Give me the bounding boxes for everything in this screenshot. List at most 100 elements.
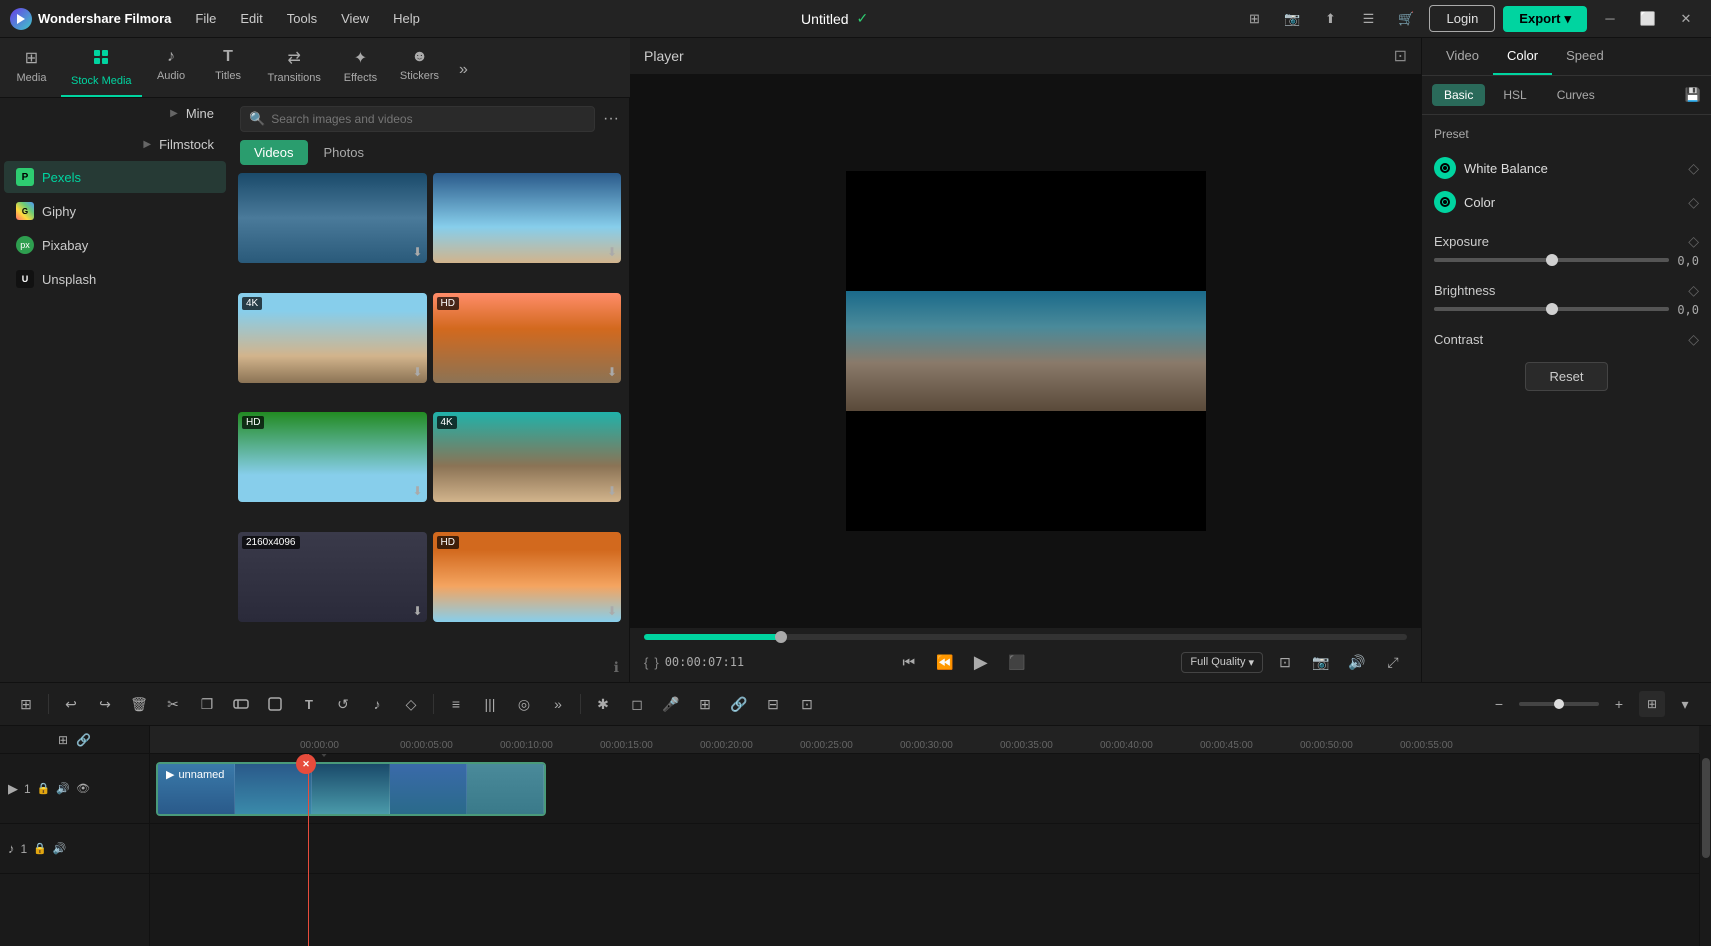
player-expand-icon[interactable]: ⊡ <box>1394 46 1407 66</box>
sub-tab-hsl[interactable]: HSL <box>1491 84 1538 106</box>
rotate-button[interactable]: ↺ <box>327 688 359 720</box>
step-back-button[interactable]: ⏪ <box>931 648 959 676</box>
more-menu-icon[interactable]: ☰ <box>1353 4 1383 34</box>
snap-icon[interactable]: 🔗 <box>76 733 91 747</box>
brightness-slider[interactable] <box>1434 307 1669 311</box>
menu-tools[interactable]: Tools <box>277 7 327 30</box>
sidebar-item-filmstock[interactable]: ▶ Filmstock <box>4 130 226 159</box>
delete-button[interactable]: 🗑 <box>123 688 155 720</box>
tab-media[interactable]: ⊞ Media <box>4 42 59 97</box>
menu-edit[interactable]: Edit <box>230 7 272 30</box>
volume-button[interactable]: 🔊 <box>1343 648 1371 676</box>
stop-button[interactable]: ⬛ <box>1003 648 1031 676</box>
media-item-3[interactable]: 4K ⬇ <box>238 293 427 383</box>
exposure-thumb[interactable] <box>1546 254 1558 266</box>
rewind-button[interactable]: ⏮ <box>895 648 923 676</box>
cart-icon[interactable]: 🛒 <box>1391 4 1421 34</box>
tab-effects[interactable]: ✦ Effects <box>333 42 388 97</box>
contrast-keyframe-icon[interactable]: ◇ <box>1688 331 1699 348</box>
source-tab-videos[interactable]: Videos <box>240 140 308 165</box>
white-balance-toggle[interactable] <box>1434 157 1456 179</box>
add-track-icon[interactable]: ⊞ <box>58 733 68 747</box>
layout-selector-button[interactable]: ⊞ <box>1639 691 1665 717</box>
zoom-slider[interactable] <box>1519 702 1599 706</box>
progress-bar[interactable] <box>644 634 1407 640</box>
zoom-in-button[interactable]: + <box>1603 688 1635 720</box>
tab-video[interactable]: Video <box>1432 38 1493 75</box>
copy-button[interactable]: ❐ <box>191 688 223 720</box>
sidebar-item-pixabay[interactable]: px Pixabay <box>4 229 226 261</box>
media-item-5[interactable]: HD ⬇ <box>238 412 427 502</box>
tab-titles[interactable]: T Titles <box>201 42 256 97</box>
menu-view[interactable]: View <box>331 7 379 30</box>
reset-button[interactable]: Reset <box>1525 362 1609 391</box>
lock-icon[interactable]: 🔒 <box>37 782 51 795</box>
volume-icon[interactable]: 🔊 <box>56 782 70 795</box>
bracket-start[interactable]: { <box>644 655 648 670</box>
audio-button[interactable]: ♪ <box>361 688 393 720</box>
motion-button[interactable]: ✱ <box>587 688 619 720</box>
beats-button[interactable]: ||| <box>474 688 506 720</box>
tab-color[interactable]: Color <box>1493 38 1552 75</box>
scrollbar-thumb[interactable] <box>1702 758 1710 858</box>
undo-button[interactable]: ↩ <box>55 688 87 720</box>
pip-button[interactable]: ⊡ <box>791 688 823 720</box>
source-info-icon[interactable]: ℹ <box>614 659 619 676</box>
download-icon-6[interactable]: ⬇ <box>607 484 617 498</box>
menu-help[interactable]: Help <box>383 7 430 30</box>
zoom-out-button[interactable]: − <box>1483 688 1515 720</box>
media-item-2[interactable]: ⬇ <box>433 173 622 263</box>
sidebar-item-pexels[interactable]: P Pexels <box>4 161 226 193</box>
search-input[interactable] <box>271 112 586 126</box>
mic-button[interactable]: 🎤 <box>655 688 687 720</box>
title-button[interactable]: T <box>293 688 325 720</box>
save-preset-icon[interactable]: 💾 <box>1685 87 1701 103</box>
login-button[interactable]: Login <box>1429 5 1495 32</box>
source-options-button[interactable]: ··· <box>603 110 619 128</box>
media-item-7[interactable]: 2160x4096 ⬇ <box>238 532 427 622</box>
filter-button[interactable]: ◇ <box>395 688 427 720</box>
close-button[interactable]: ✕ <box>1671 4 1701 34</box>
media-item-8[interactable]: HD ⬇ <box>433 532 622 622</box>
cut-button[interactable]: ✂ <box>157 688 189 720</box>
eye-icon[interactable]: 👁 <box>76 782 90 795</box>
screenshot-button[interactable]: 📷 <box>1307 648 1335 676</box>
exposure-keyframe-icon[interactable]: ◇ <box>1688 233 1699 250</box>
download-icon-7[interactable]: ⬇ <box>412 604 422 618</box>
tab-audio[interactable]: ♪ Audio <box>144 42 199 97</box>
download-icon-8[interactable]: ⬇ <box>607 604 617 618</box>
grid-view-button[interactable]: ⊞ <box>10 688 42 720</box>
menu-file[interactable]: File <box>185 7 226 30</box>
more-tools-button[interactable]: » <box>542 688 574 720</box>
download-icon-1[interactable]: ⬇ <box>412 245 422 259</box>
fullscreen-button[interactable]: ⤢ <box>1379 648 1407 676</box>
picture-in-picture-button[interactable]: ⊡ <box>1271 648 1299 676</box>
color-keyframe-icon[interactable]: ◇ <box>1688 194 1699 211</box>
audio-volume-icon[interactable]: 🔊 <box>53 842 67 855</box>
layout-dropdown-icon[interactable]: ▾ <box>1669 688 1701 720</box>
white-balance-keyframe-icon[interactable]: ◇ <box>1688 160 1699 177</box>
zoom-thumb[interactable] <box>1554 699 1564 709</box>
source-tab-photos[interactable]: Photos <box>310 140 378 165</box>
tab-stickers[interactable]: ☻ Stickers <box>390 42 449 97</box>
sidebar-item-giphy[interactable]: G Giphy <box>4 195 226 227</box>
bracket-end[interactable]: } <box>654 655 658 670</box>
adjust-button[interactable]: ≡ <box>440 688 472 720</box>
progress-thumb[interactable] <box>775 631 787 643</box>
sidebar-item-unsplash[interactable]: U Unsplash <box>4 263 226 295</box>
redo-button[interactable]: ↪ <box>89 688 121 720</box>
export-button[interactable]: Export ▾ <box>1503 6 1587 32</box>
video-clip[interactable]: ▶ unnamed <box>156 762 546 816</box>
mask-button[interactable]: ◻ <box>621 688 653 720</box>
minimize-button[interactable]: ─ <box>1595 4 1625 34</box>
media-item-4[interactable]: HD ⬇ <box>433 293 622 383</box>
download-icon-5[interactable]: ⬇ <box>412 484 422 498</box>
download-icon-3[interactable]: ⬇ <box>412 365 422 379</box>
sub-tab-curves[interactable]: Curves <box>1545 84 1607 106</box>
quality-selector[interactable]: Full Quality ▾ <box>1181 652 1263 673</box>
download-icon-2[interactable]: ⬇ <box>607 245 617 259</box>
orbit-button[interactable]: ◎ <box>508 688 540 720</box>
snapshot-icon[interactable]: 📷 <box>1277 4 1307 34</box>
timeline-scrollbar[interactable] <box>1699 754 1711 946</box>
maximize-button[interactable]: ⬜ <box>1633 4 1663 34</box>
